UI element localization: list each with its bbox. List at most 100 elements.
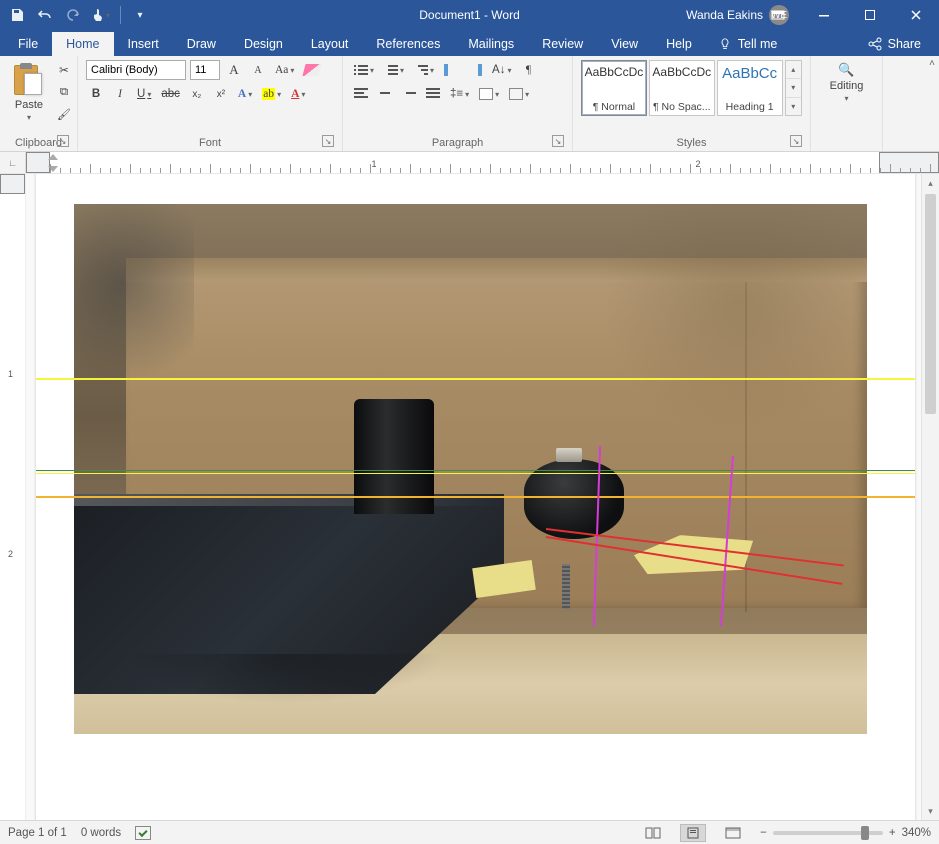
- numbering-icon[interactable]: [381, 60, 407, 80]
- font-name-input[interactable]: [86, 60, 186, 80]
- tab-help[interactable]: Help: [652, 32, 706, 56]
- borders-icon[interactable]: [506, 84, 532, 104]
- copy-icon[interactable]: [54, 82, 74, 102]
- shrink-font-icon[interactable]: A: [248, 60, 268, 80]
- multilevel-icon[interactable]: [411, 60, 437, 80]
- clear-format-icon[interactable]: [301, 60, 323, 80]
- underline-icon[interactable]: U: [134, 84, 154, 104]
- styles-scroll[interactable]: ▴▾▾: [785, 60, 802, 116]
- strikethrough-icon[interactable]: abc: [158, 84, 183, 104]
- tab-references[interactable]: References: [362, 32, 454, 56]
- font-size-input[interactable]: [190, 60, 220, 80]
- zoom-slider[interactable]: [773, 831, 883, 835]
- ribbon-display-icon[interactable]: [755, 0, 801, 30]
- subscript-icon[interactable]: x₂: [187, 84, 207, 104]
- tab-insert[interactable]: Insert: [114, 32, 173, 56]
- quick-access-toolbar: ▾: [0, 6, 157, 24]
- justify-icon[interactable]: [423, 84, 443, 104]
- paste-button[interactable]: Paste ▾: [8, 60, 50, 124]
- tab-layout[interactable]: Layout: [297, 32, 363, 56]
- page-canvas[interactable]: ▴ ▾: [26, 174, 939, 820]
- scroll-down-icon[interactable]: ▾: [922, 802, 939, 820]
- bold-icon[interactable]: B: [86, 84, 106, 104]
- zoom-in-button[interactable]: +: [889, 827, 896, 839]
- user-name: Wanda Eakins: [686, 8, 763, 22]
- redo-icon[interactable]: [64, 6, 82, 24]
- status-bar: Page 1 of 1 0 words − + 340%: [0, 820, 939, 844]
- title-bar: ▾ Document1 - Word Wanda Eakins WE: [0, 0, 939, 30]
- close-icon[interactable]: [893, 0, 939, 30]
- decrease-indent-icon[interactable]: [441, 60, 461, 80]
- collapse-ribbon-icon[interactable]: ˄: [929, 58, 935, 69]
- tab-file[interactable]: File: [4, 32, 52, 56]
- maximize-icon[interactable]: [847, 0, 893, 30]
- vertical-ruler[interactable]: 1 2: [0, 174, 26, 820]
- font-color-icon[interactable]: A: [288, 84, 308, 104]
- page-indicator[interactable]: Page 1 of 1: [8, 827, 67, 839]
- qat-customize-icon[interactable]: ▾: [131, 6, 149, 24]
- italic-icon[interactable]: I: [110, 84, 130, 104]
- grow-font-icon[interactable]: A: [224, 60, 244, 80]
- line-spacing-icon[interactable]: ‡≡: [447, 84, 472, 104]
- read-mode-icon[interactable]: [640, 824, 666, 842]
- proofing-icon[interactable]: [135, 826, 151, 840]
- overlay-line-orange: [36, 496, 915, 498]
- web-layout-icon[interactable]: [720, 824, 746, 842]
- align-left-icon[interactable]: [351, 84, 371, 104]
- inserted-image[interactable]: [74, 204, 867, 734]
- change-case-icon[interactable]: Aa: [272, 60, 297, 80]
- paragraph-dialog-icon[interactable]: ↘: [552, 135, 564, 147]
- group-paragraph: A↓ ¶ ‡≡ Paragraph↘: [343, 56, 573, 151]
- tab-mailings[interactable]: Mailings: [454, 32, 528, 56]
- style-heading1[interactable]: AaBbCc Heading 1: [717, 60, 783, 116]
- tab-draw[interactable]: Draw: [173, 32, 230, 56]
- bullets-icon[interactable]: [351, 60, 377, 80]
- paste-icon: [14, 63, 44, 97]
- show-marks-icon[interactable]: ¶: [518, 60, 538, 80]
- overlay-line-green: [36, 470, 915, 471]
- tell-me[interactable]: Tell me: [706, 32, 790, 56]
- overlay-line-yellow: [36, 378, 915, 380]
- increase-indent-icon[interactable]: [465, 60, 485, 80]
- align-right-icon[interactable]: [399, 84, 419, 104]
- tab-home[interactable]: Home: [52, 32, 113, 56]
- format-painter-icon[interactable]: [54, 104, 74, 124]
- undo-icon[interactable]: [36, 6, 54, 24]
- cut-icon[interactable]: [54, 60, 74, 80]
- editing-label: Editing: [830, 80, 864, 92]
- highlight-icon[interactable]: ab: [259, 84, 284, 104]
- font-dialog-icon[interactable]: ↘: [322, 135, 334, 147]
- print-layout-icon[interactable]: [680, 824, 706, 842]
- sort-icon[interactable]: A↓: [489, 60, 514, 80]
- save-icon[interactable]: [8, 6, 26, 24]
- document-area: 1 2: [0, 174, 939, 820]
- text-effects-icon[interactable]: A: [235, 84, 255, 104]
- vertical-scrollbar[interactable]: ▴ ▾: [921, 174, 939, 820]
- clipboard-dialog-icon[interactable]: ↘: [57, 135, 69, 147]
- tab-view[interactable]: View: [597, 32, 652, 56]
- superscript-icon[interactable]: x²: [211, 84, 231, 104]
- zoom-out-button[interactable]: −: [760, 827, 767, 839]
- horizontal-ruler[interactable]: ∟ 1 2: [0, 152, 939, 174]
- styles-gallery: AaBbCcDc ¶ Normal AaBbCcDc ¶ No Spac... …: [581, 60, 802, 116]
- align-center-icon[interactable]: [375, 84, 395, 104]
- styles-dialog-icon[interactable]: ↘: [790, 135, 802, 147]
- zoom-level[interactable]: 340%: [902, 827, 931, 839]
- tab-selector-icon[interactable]: ∟: [0, 152, 26, 173]
- editing-button[interactable]: 🔍 Editing ▾: [824, 60, 870, 105]
- style-normal[interactable]: AaBbCcDc ¶ Normal: [581, 60, 647, 116]
- style-preview: AaBbCcDc: [585, 65, 644, 79]
- tab-design[interactable]: Design: [230, 32, 297, 56]
- style-nospacing[interactable]: AaBbCcDc ¶ No Spac...: [649, 60, 715, 116]
- touch-mode-icon[interactable]: [92, 6, 110, 24]
- style-preview: AaBbCcDc: [652, 65, 711, 79]
- shading-icon[interactable]: [476, 84, 502, 104]
- lightbulb-icon: [718, 37, 732, 51]
- minimize-icon[interactable]: [801, 0, 847, 30]
- tab-review[interactable]: Review: [528, 32, 597, 56]
- word-count[interactable]: 0 words: [81, 827, 121, 839]
- scroll-thumb[interactable]: [925, 194, 936, 414]
- scroll-up-icon[interactable]: ▴: [922, 174, 939, 192]
- paste-label: Paste: [15, 99, 43, 111]
- share-button[interactable]: Share: [860, 32, 929, 56]
